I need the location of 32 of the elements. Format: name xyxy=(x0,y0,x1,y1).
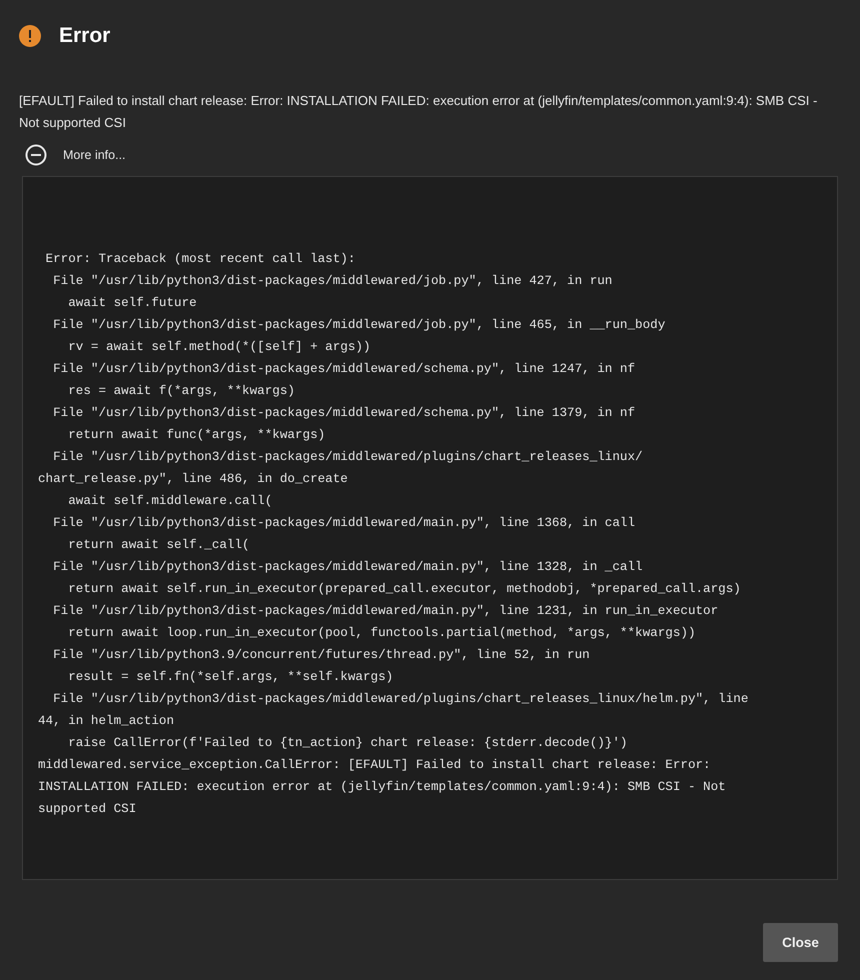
more-info-toggle[interactable]: More info... xyxy=(25,144,126,166)
traceback-line: middlewared.service_exception.CallError: [EFAULT] Failed to install chart release: Error: xyxy=(38,757,712,774)
traceback-line: File "/usr/lib/python3/dist-packages/middlewared/main.py", line 1328, in _call xyxy=(52,559,644,576)
traceback-line: res = await f(*args, **kwargs) xyxy=(67,383,296,400)
traceback-line: return await self.run_in_executor(prepared_call.executor, methodobj, *prepared_call.args) xyxy=(67,581,742,598)
traceback-line: Error: Traceback (most recent call last): xyxy=(44,251,356,268)
traceback-line: File "/usr/lib/python3/dist-packages/middlewared/job.py", line 427, in run xyxy=(52,273,614,290)
traceback-line: File "/usr/lib/python3/dist-packages/middlewared/main.py", line 1368, in call xyxy=(52,515,636,532)
traceback-line: return await self._call( xyxy=(67,537,251,554)
dialog-title: Error xyxy=(59,24,110,48)
traceback-line: return await func(*args, **kwargs) xyxy=(67,427,326,444)
traceback-line: supported CSI xyxy=(38,801,138,818)
traceback-line: rv = await self.method(*([self] + args)) xyxy=(67,339,372,356)
traceback-line: File "/usr/lib/python3/dist-packages/middlewared/main.py", line 1231, in run_in_executor xyxy=(52,603,720,620)
traceback-line: await self.middleware.call( xyxy=(67,493,274,510)
traceback-line: File "/usr/lib/python3/dist-packages/middlewared/job.py", line 465, in __run_body xyxy=(52,317,666,334)
traceback-line: File "/usr/lib/python3/dist-packages/middlewared/schema.py", line 1379, in nf xyxy=(52,405,636,422)
traceback-line: File "/usr/lib/python3/dist-packages/middlewared/plugins/chart_releases_linux/ xyxy=(52,449,644,466)
close-button[interactable]: Close xyxy=(763,923,838,962)
warning-icon xyxy=(19,25,41,47)
traceback-line: result = self.fn(*self.args, **self.kwargs) xyxy=(67,669,394,686)
traceback-line: File "/usr/lib/python3/dist-packages/middlewared/schema.py", line 1247, in nf xyxy=(52,361,636,378)
traceback-line: raise CallError(f'Failed to {tn_action} chart release: {stderr.decode()}') xyxy=(67,735,628,752)
error-message: [EFAULT] Failed to install chart release: Error: INSTALLATION FAILED: execution error at (jellyfin/templates/common.yaml:9:4): SMB CSI - Not supported CSI xyxy=(19,92,818,132)
traceback-line: INSTALLATION FAILED: execution error at (jellyfin/templates/common.yaml:9:4): SMB CSI - Not xyxy=(38,779,727,796)
traceback-line: File "/usr/lib/python3.9/concurrent/futures/thread.py", line 52, in run xyxy=(52,647,591,664)
traceback-line: chart_release.py", line 486, in do_create xyxy=(38,471,349,488)
minus-circle-icon xyxy=(25,144,47,166)
traceback-line: 44, in helm_action xyxy=(38,713,176,730)
traceback-line: await self.future xyxy=(67,295,198,312)
traceback-line: File "/usr/lib/python3/dist-packages/middlewared/plugins/chart_releases_linux/helm.py", line xyxy=(52,691,750,708)
traceback-line: return await loop.run_in_executor(pool, functools.partial(method, *args, **kwargs)) xyxy=(67,625,697,642)
